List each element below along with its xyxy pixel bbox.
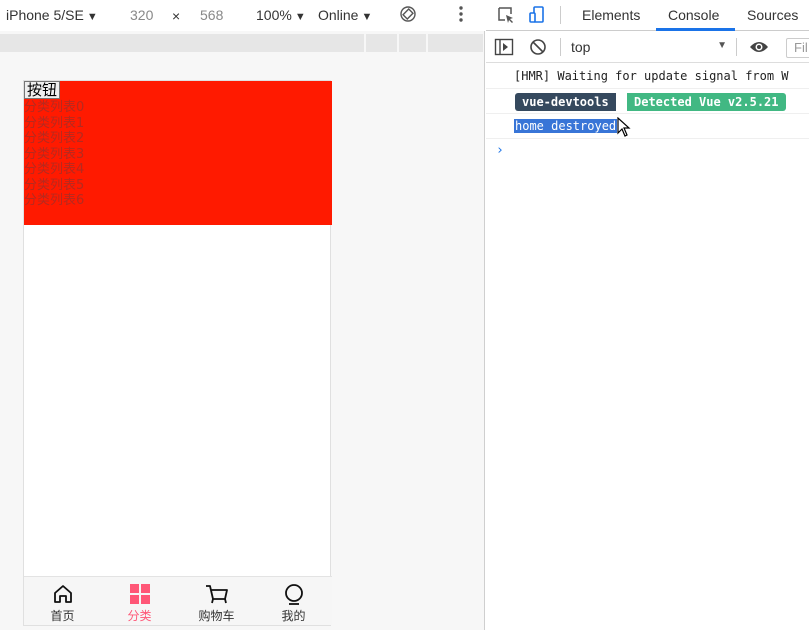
- phone-viewport: 分类列表0 分类列表1 分类列表2 分类列表3 分类列表4 分类列表5 分类列表…: [23, 80, 332, 626]
- log-text-selected: home destroyed: [514, 119, 618, 133]
- context-value: top: [571, 39, 591, 55]
- device-select[interactable]: iPhone 5/SE ▼: [6, 7, 98, 23]
- inspect-element-icon[interactable]: [496, 5, 516, 25]
- caret-down-icon: ▼: [717, 40, 727, 51]
- device-name: iPhone 5/SE: [6, 7, 84, 23]
- caret-down-icon: ▼: [294, 11, 306, 23]
- device-toggle-icon[interactable]: [527, 5, 547, 25]
- throttle-select[interactable]: Online ▼: [318, 7, 372, 23]
- console-toolbar: top ▼ Fil: [486, 32, 809, 63]
- tab-elements[interactable]: Elements: [582, 7, 640, 23]
- tab-profile[interactable]: 我的: [255, 577, 332, 625]
- bottom-tab-bar: 首页 分类 购物车 我的: [24, 576, 332, 625]
- media-query-segment[interactable]: [0, 34, 365, 52]
- more-options-icon[interactable]: [458, 5, 464, 26]
- media-query-segment[interactable]: [428, 34, 483, 52]
- console-filter-input[interactable]: Fil: [786, 38, 809, 58]
- category-list-item: 分类列表5: [24, 177, 85, 193]
- zoom-select[interactable]: 100% ▼: [256, 7, 306, 23]
- caret-down-icon: ▼: [86, 11, 98, 23]
- active-tab-indicator: [656, 28, 735, 31]
- toolbar-divider: [560, 6, 561, 24]
- live-expression-eye-icon[interactable]: [749, 39, 769, 59]
- device-toolbar: iPhone 5/SE ▼ 320 × 568 100% ▼ Online ▼: [0, 0, 485, 31]
- sidebar-toggle-icon[interactable]: [494, 38, 514, 58]
- tab-label: 购物车: [198, 609, 235, 623]
- clear-console-icon[interactable]: [529, 38, 549, 58]
- width-input[interactable]: 320: [130, 7, 153, 23]
- console-message: [HMR] Waiting for update signal from W: [486, 64, 809, 89]
- category-list-item: 分类列表2: [24, 131, 85, 146]
- tab-sources[interactable]: Sources: [747, 7, 798, 23]
- category-icon: [128, 582, 152, 606]
- category-list-item: 分类列表1: [24, 115, 85, 131]
- zoom-value: 100%: [256, 7, 292, 23]
- test-button[interactable]: 按钮: [24, 81, 61, 99]
- tab-label: 我的: [281, 609, 306, 623]
- throttle-value: Online: [318, 7, 359, 23]
- toolbar-divider: [736, 38, 737, 56]
- log-text: [HMR] Waiting for update signal from W: [514, 69, 789, 83]
- category-list-block: 分类列表0 分类列表1 分类列表2 分类列表3 分类列表4 分类列表5 分类列表…: [24, 81, 332, 225]
- mouse-cursor-icon: [617, 116, 631, 138]
- console-message: vue-devtools Detected Vue v2.5.21: [486, 89, 809, 114]
- console-prompt-icon[interactable]: ›: [496, 143, 504, 158]
- height-input[interactable]: 568: [200, 7, 223, 23]
- toolbar-divider: [560, 38, 561, 56]
- category-list-item: 分类列表6: [24, 193, 85, 208]
- context-select[interactable]: top ▼: [571, 39, 727, 55]
- device-emulation-pane: iPhone 5/SE ▼ 320 × 568 100% ▼ Online ▼ 分类列…: [0, 0, 485, 630]
- devtools-tabbar: Elements Console Sources: [486, 0, 809, 31]
- devtools-panel: Elements Console Sources top ▼ Fil [HMR]…: [486, 0, 809, 630]
- category-list-item: 分类列表3: [24, 146, 85, 162]
- console-message: home destroyed: [486, 114, 809, 139]
- tab-category[interactable]: 分类: [101, 577, 178, 625]
- cart-icon: [205, 582, 229, 606]
- rotate-icon[interactable]: [399, 5, 417, 26]
- media-query-bar: [0, 34, 485, 52]
- media-query-segment[interactable]: [366, 34, 398, 52]
- vue-devtools-badge: vue-devtools: [515, 93, 616, 111]
- vue-version-badge: Detected Vue v2.5.21: [627, 93, 786, 111]
- profile-icon: [282, 582, 306, 606]
- tab-label: 分类: [127, 609, 152, 623]
- caret-down-icon: ▼: [361, 11, 373, 23]
- tab-console[interactable]: Console: [668, 7, 719, 23]
- home-icon: [51, 582, 75, 606]
- media-query-segment[interactable]: [399, 34, 427, 52]
- category-list-item: 分类列表4: [24, 162, 85, 177]
- category-list-item: 分类列表0: [24, 100, 85, 115]
- tab-cart[interactable]: 购物车: [178, 577, 255, 625]
- tab-home[interactable]: 首页: [24, 577, 101, 625]
- dimension-separator: ×: [172, 8, 181, 24]
- console-messages: [HMR] Waiting for update signal from W v…: [486, 64, 809, 139]
- tab-label: 首页: [50, 609, 75, 623]
